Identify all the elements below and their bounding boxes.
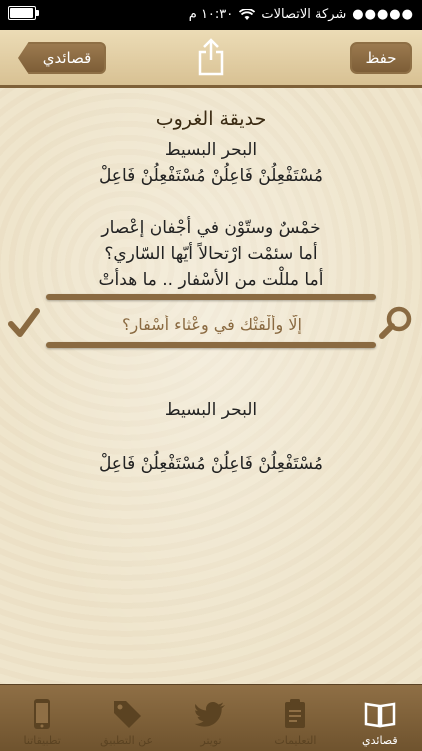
divider-top [46,294,376,300]
tab-label: تطبيقاتنا [23,734,61,747]
divider-bottom [46,342,376,348]
tab-instructions[interactable]: التعليمات [253,685,337,751]
verse-line: أما مللْت من الأسْفار .. ما هدأتْ [98,270,324,290]
tab-my-poems[interactable]: قصائدي [338,685,422,751]
tab-about[interactable]: عن التطبيق [84,685,168,751]
result-meter-pattern: مُسْتَفْعِلُنْ فَاعِلُنْ مُسْتَفْعِلُنْ … [98,454,324,474]
search-row [0,302,422,346]
status-time: ١٠:٣٠ م [188,7,234,22]
clipboard-icon [285,699,306,728]
share-icon[interactable] [198,38,224,76]
verse-line: خمْسٌ وستّوْن في أجْفان إعْصار [101,218,321,238]
back-button[interactable]: قصائدي [18,42,106,74]
checkmark-icon[interactable] [8,306,40,340]
search-input[interactable] [48,306,376,342]
tab-label: تويتر [200,734,222,747]
magnifier-icon[interactable] [378,305,414,341]
tab-twitter[interactable]: تويتر [169,685,253,751]
tag-icon [113,701,141,728]
verse-line: أما سئمْت ارْتحالاً أيّها السّاري؟ [104,244,318,264]
tab-label: التعليمات [274,734,317,747]
tab-our-apps[interactable]: تطبيقاتنا [0,685,84,751]
meter-name: البحر البسيط [164,140,258,160]
tab-label: عن التطبيق [100,734,154,747]
meter-pattern: مُسْتَفْعِلُنْ فَاعِلُنْ مُسْتَفْعِلُنْ … [98,166,324,186]
status-bar: ●●●●● شركة الاتصالات ١٠:٣٠ م [0,0,422,30]
save-button[interactable]: حفظ [350,42,412,74]
battery-icon [8,6,39,20]
poem-content: حديقة الغروب البحر البسيط مُسْتَفْعِلُنْ… [0,88,422,684]
tab-label: قصائدي [362,734,398,747]
twitter-bird-icon [194,702,225,727]
phone-icon [34,699,51,729]
book-icon [364,702,396,728]
navigation-bar: قصائدي حفظ [0,30,422,88]
tab-bar: قصائدي التعليمات تويتر عن التطبيق تطبيقا… [0,684,422,751]
result-meter-name: البحر البسيط [164,400,258,420]
poem-title: حديقة الغروب [155,108,267,130]
